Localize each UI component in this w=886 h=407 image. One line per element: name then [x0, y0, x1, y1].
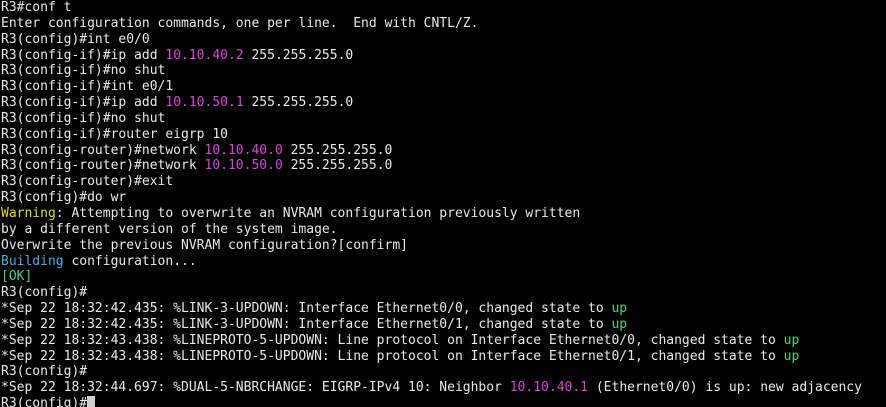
terminal-text-up: up [783, 332, 800, 348]
terminal-line: R3(config)#do wr [1, 190, 886, 206]
terminal-text: *Sep 22 18:32:43.438: %LINEPROTO-5-UPDOW… [1, 332, 784, 348]
terminal-text: 255.255.255.0 [282, 142, 393, 158]
terminal-line: R3(config-if)#ip add 10.10.40.2 255.255.… [1, 48, 886, 64]
terminal-line: R3(config-router)#network 10.10.50.0 255… [1, 158, 886, 174]
terminal-line: R3(config-if)#no shut [1, 111, 886, 127]
terminal-text: *Sep 22 18:32:43.438: %LINEPROTO-5-UPDOW… [1, 348, 784, 364]
terminal-line: *Sep 22 18:32:42.435: %LINK-3-UPDOWN: In… [1, 301, 886, 317]
terminal-line: R3(config-if)#router eigrp 10 [1, 127, 886, 143]
terminal-line: by a different version of the system ima… [1, 222, 886, 238]
terminal-text-up: up [611, 301, 628, 317]
terminal-line: R3(config)# [1, 364, 886, 380]
terminal-line: R3(config)# [1, 285, 886, 301]
terminal-line: Enter configuration commands, one per li… [1, 16, 886, 32]
terminal-text: Overwrite the previous NVRAM configurati… [1, 237, 408, 253]
terminal-text: by a different version of the system ima… [1, 221, 338, 237]
terminal-text: R3(config-if)#int e0/1 [1, 79, 174, 95]
terminal-text-ip: 10.10.50.0 [204, 158, 283, 174]
terminal-text-warn: Warning [1, 205, 56, 221]
terminal-text: R3(config-if)#router eigrp 10 [1, 126, 228, 142]
terminal-text-ok: [ [1, 269, 9, 285]
terminal-line: R3(config-if)#int e0/1 [1, 79, 886, 95]
terminal-text: 255.255.255.0 [243, 95, 354, 111]
terminal-text: (Ethernet0/0) is up: new adjacency [588, 380, 862, 396]
terminal-line: Overwrite the previous NVRAM configurati… [1, 238, 886, 254]
terminal-text: R3(config-if)#ip add [1, 95, 166, 111]
terminal-text: Enter configuration commands, one per li… [1, 15, 479, 31]
terminal-line: Building configuration... [1, 254, 886, 270]
terminal-text-ok: ] [24, 269, 33, 285]
terminal-line: *Sep 22 18:32:43.438: %LINEPROTO-5-UPDOW… [1, 349, 886, 365]
terminal-text-up: up [611, 316, 628, 332]
terminal-text: R3(config-router)#exit [1, 174, 174, 190]
terminal-text: *Sep 22 18:32:42.435: %LINK-3-UPDOWN: In… [1, 316, 612, 332]
terminal-text-ok: OK [8, 269, 25, 285]
terminal-line: R3#conf t [1, 0, 886, 16]
terminal-text-ip: 10.10.40.2 [165, 47, 244, 63]
terminal-text-info: Building [1, 253, 64, 269]
terminal-text: *Sep 22 18:32:42.435: %LINK-3-UPDOWN: In… [1, 301, 612, 317]
terminal-text: R3#conf t [1, 0, 72, 15]
terminal-line: Warning: Attempting to overwrite an NVRA… [1, 206, 886, 222]
terminal-line: *Sep 22 18:32:42.435: %LINK-3-UPDOWN: In… [1, 317, 886, 333]
terminal-text: R3(config)# [1, 364, 88, 380]
terminal-text: R3(config)#do wr [1, 190, 127, 206]
terminal-text: R3(config-router)#network [1, 142, 205, 158]
terminal-text: R3(config-router)#network [1, 158, 205, 174]
terminal-text: 255.255.255.0 [243, 47, 354, 63]
terminal-text: : Attempting to overwrite an NVRAM confi… [55, 205, 581, 221]
terminal-line: R3(config-if)#ip add 10.10.50.1 255.255.… [1, 95, 886, 111]
terminal-text: R3(config-if)#no shut [1, 110, 166, 126]
terminal-line: [OK] [1, 269, 886, 285]
terminal-line: R3(config-if)#no shut [1, 63, 886, 79]
terminal-text: *Sep 22 18:32:44.697: %DUAL-5-NBRCHANGE:… [1, 380, 510, 396]
terminal-text: R3(config)# [1, 285, 88, 301]
terminal-text: R3(config)#int e0/0 [1, 31, 150, 47]
terminal-text: R3(config-if)#ip add [1, 47, 166, 63]
terminal-text: 255.255.255.0 [282, 158, 393, 174]
terminal-text-ip: 10.10.40.1 [509, 380, 589, 396]
terminal-text-ip: 10.10.50.1 [165, 95, 244, 111]
terminal-text-up: up [783, 348, 800, 364]
terminal-line: R3(config-router)#network 10.10.40.0 255… [1, 143, 886, 159]
terminal-text-ip: 10.10.40.0 [204, 142, 283, 158]
terminal-window[interactable]: R3#conf t Enter configuration commands, o… [0, 0, 886, 407]
terminal-line: R3(config)#int e0/0 [1, 32, 886, 48]
terminal-text: R3(config)# [1, 396, 88, 407]
terminal-text: R3(config-if)#no shut [1, 63, 166, 79]
terminal-cursor[interactable] [87, 396, 96, 407]
terminal-line: *Sep 22 18:32:43.438: %LINEPROTO-5-UPDOW… [1, 333, 886, 349]
terminal-text: configuration... [63, 253, 197, 269]
terminal-line: R3(config)# [1, 396, 886, 407]
terminal-line: *Sep 22 18:32:44.697: %DUAL-5-NBRCHANGE:… [1, 380, 886, 396]
terminal-line: R3(config-router)#exit [1, 174, 886, 190]
